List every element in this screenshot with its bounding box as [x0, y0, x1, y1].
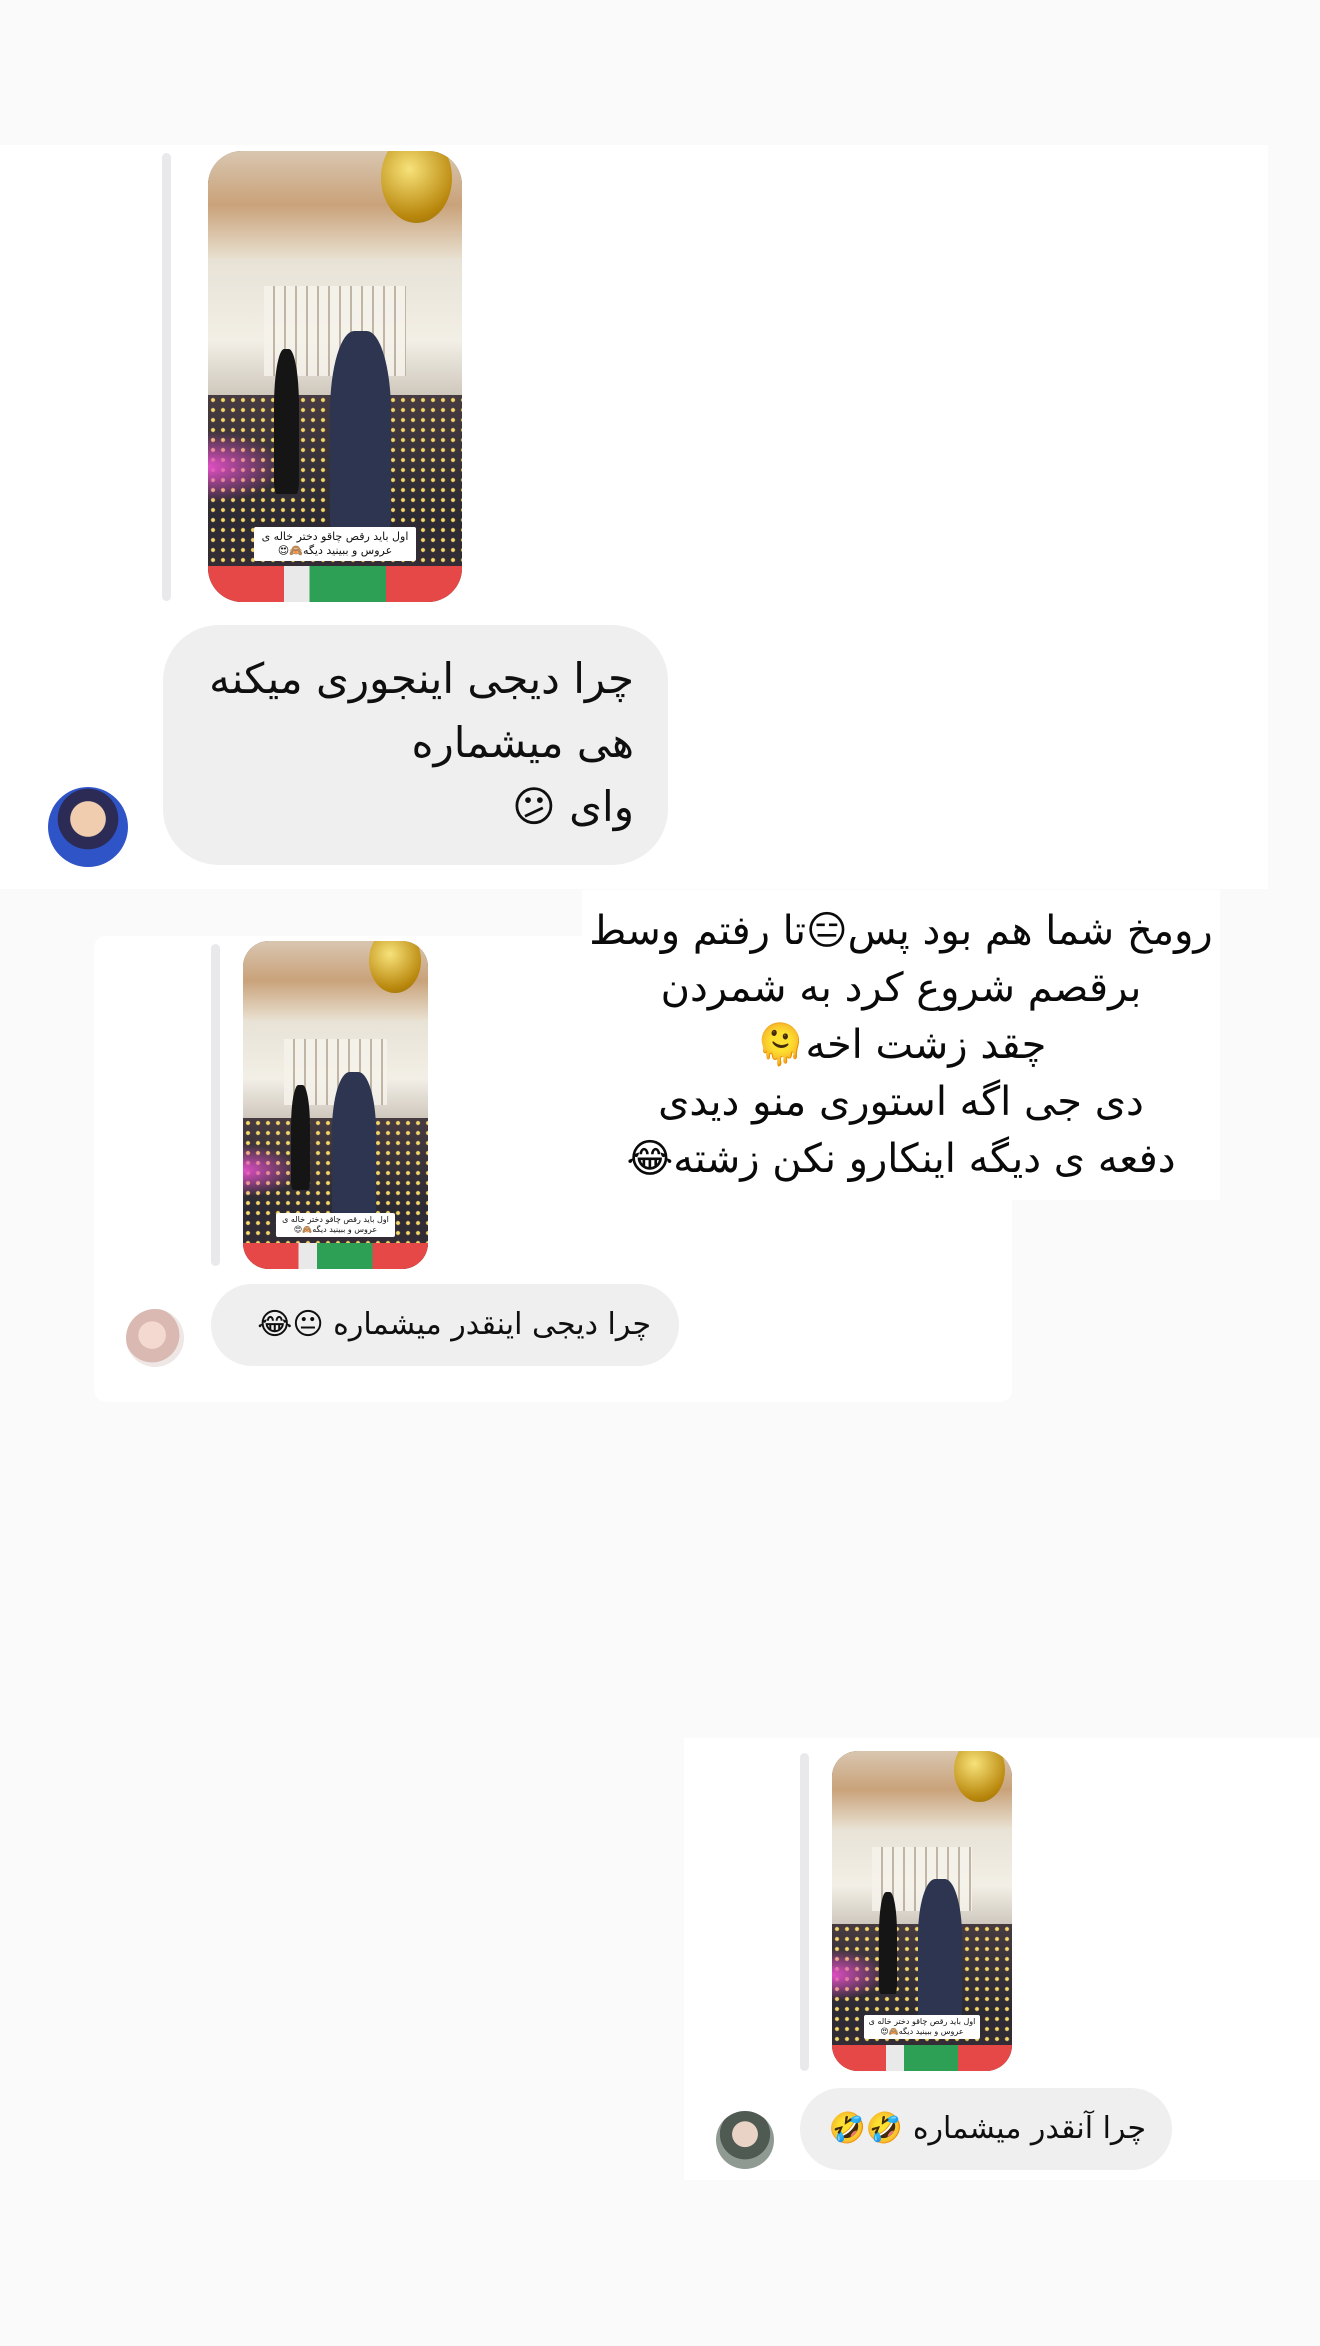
message-bubble[interactable]: چرا دیجی اینجوری میکنه هی میشماره وای 😕 — [163, 625, 668, 865]
story-caption: اول باید رقص چاقو دختر خاله ی عروس و ببی… — [864, 2015, 980, 2039]
overlay-line: چقد زشت اخه🫠 — [755, 1022, 1047, 1068]
overlay-line: رومخ شما هم بود پس😑تا رفتم وسط — [589, 908, 1213, 954]
story-thumbnail[interactable]: اول باید رقص چاقو دختر خاله ی عروس و ببی… — [208, 151, 462, 602]
message-bubble[interactable]: چرا آنقدر میشماره 🤣🤣 — [800, 2088, 1172, 2170]
message-line: چرا دیجی اینجوری میکنه — [209, 654, 634, 703]
story-thumbnail[interactable]: اول باید رقص چاقو دختر خاله ی عروس و ببی… — [832, 1751, 1012, 2071]
overlay-line: برقصم شروع کرد به شمردن — [660, 965, 1142, 1011]
message-line: هی میشماره — [411, 718, 634, 767]
overlay-line: دفعه ی دیگه اینکارو نکن زشته😂 — [626, 1136, 1176, 1182]
sender-avatar[interactable] — [48, 787, 128, 867]
reply-bar — [211, 944, 220, 1266]
message-text: چرا دیجی اینقدر میشماره 😐😂 — [257, 1307, 651, 1342]
story-caption: اول باید رقص چاقو دختر خاله ی عروس و ببی… — [253, 527, 417, 561]
story-caption: اول باید رقص چاقو دختر خاله ی عروس و ببی… — [276, 1213, 395, 1237]
story-overlay-text: رومخ شما هم بود پس😑تا رفتم وسط برقصم شرو… — [582, 903, 1220, 1188]
overlay-line: دی جی اگه استوری منو دیدی — [658, 1079, 1144, 1125]
reply-bar — [800, 1753, 809, 2071]
message-bubble[interactable]: چرا دیجی اینقدر میشماره 😐😂 — [211, 1284, 679, 1366]
story-thumbnail[interactable]: اول باید رقص چاقو دختر خاله ی عروس و ببی… — [243, 941, 428, 1269]
sender-avatar[interactable] — [716, 2111, 774, 2169]
message-line: وای 😕 — [512, 782, 634, 831]
sender-avatar[interactable] — [126, 1309, 184, 1367]
message-text: چرا آنقدر میشماره 🤣🤣 — [828, 2111, 1146, 2146]
reply-bar — [162, 153, 171, 601]
